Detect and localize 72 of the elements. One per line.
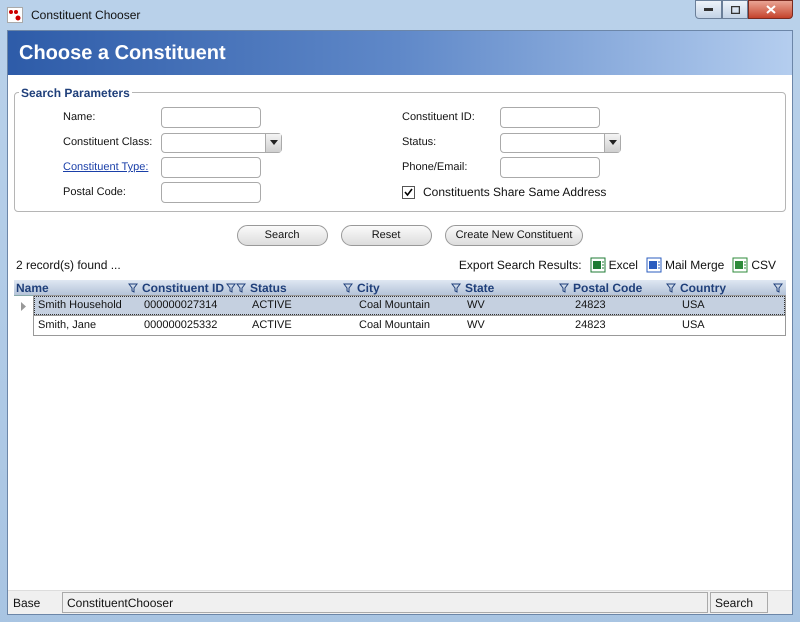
table-cell-text: 000000027314: [143, 298, 218, 314]
filter-icon[interactable]: [343, 282, 353, 292]
table-cell-text: ACTIVE: [251, 318, 293, 334]
export-label: Export Search Results:: [458, 257, 582, 274]
action-button[interactable]: Search: [236, 225, 328, 246]
status-panel: ConstituentChooser: [62, 592, 708, 613]
table-cell-text: ACTIVE: [251, 298, 293, 314]
column-header[interactable]: Name: [14, 280, 140, 295]
export-link[interactable]: Mail Merge: [646, 256, 724, 274]
record-count: 2 record(s) found ...: [16, 257, 121, 274]
export-link[interactable]: Excel: [590, 256, 638, 274]
table-cell-text: Smith Household: [37, 298, 123, 314]
close-icon: [766, 5, 776, 14]
table-cell-text: Smith, Jane: [37, 318, 98, 334]
input-field[interactable]: [161, 182, 261, 203]
field-label: Phone/Email:: [402, 160, 468, 176]
dropdown-arrow-icon: [270, 140, 278, 145]
column-header[interactable]: Constituent ID: [140, 280, 248, 295]
filter-icon[interactable]: [666, 282, 676, 292]
input-field[interactable]: [500, 107, 600, 128]
field-label: Constituent ID:: [402, 110, 476, 126]
word-icon: [646, 257, 662, 273]
export-link[interactable]: CSV: [732, 256, 776, 274]
app-icon: [7, 7, 23, 23]
filter-icon[interactable]: [559, 282, 569, 292]
csv-icon: [732, 257, 748, 273]
column-header[interactable]: State: [463, 280, 571, 295]
field-label: Name:: [63, 110, 96, 126]
close-button[interactable]: [748, 0, 793, 19]
checkbox[interactable]: [402, 186, 415, 198]
table-cell-text: Coal Mountain: [358, 318, 431, 334]
filter-icon[interactable]: [128, 282, 138, 292]
row-pointer-icon: [21, 302, 26, 310]
table-cell-text: USA: [681, 298, 706, 314]
minimize-icon: [704, 8, 713, 11]
field-label: Constituent Class:: [63, 135, 154, 150]
input-field[interactable]: [161, 157, 261, 178]
status-label: Base: [12, 594, 42, 612]
page-title: Choose a Constituent: [19, 41, 226, 66]
table-cell-text: Coal Mountain: [358, 298, 431, 314]
table-cell-text: 000000025332: [143, 318, 218, 334]
dropdown-field[interactable]: [161, 132, 282, 152]
minimize-button[interactable]: [695, 0, 722, 19]
input-field[interactable]: [161, 107, 261, 128]
table-cell-text: 24823: [574, 318, 607, 334]
column-header[interactable]: Country: [678, 280, 785, 295]
dropdown-arrow-icon: [608, 140, 616, 145]
maximize-button[interactable]: [722, 0, 748, 19]
table-row[interactable]: Smith Household 000000027314 ACTIVE Coal Mountain WV 24823 USA: [33, 295, 786, 316]
field-label: Postal Code:: [63, 185, 127, 200]
column-header[interactable]: Status: [248, 280, 355, 295]
action-button[interactable]: Reset: [340, 225, 432, 246]
checkmark-icon: [404, 188, 413, 196]
column-header[interactable]: City: [355, 280, 463, 295]
table-cell-text: 24823: [574, 298, 607, 314]
maximize-icon: [730, 6, 740, 14]
field-label: Status:: [402, 135, 438, 150]
excel-icon: [590, 257, 606, 273]
input-field[interactable]: [500, 157, 600, 178]
field-link[interactable]: Constituent Type:: [63, 159, 161, 176]
action-button[interactable]: Create New Constituent: [444, 225, 584, 246]
status-panel: Search: [710, 592, 768, 613]
dropdown-field[interactable]: [500, 132, 621, 152]
table-row[interactable]: Smith, Jane 000000025332 ACTIVE Coal Mountain WV 24823 USA: [33, 315, 786, 336]
table-cell-text: WV: [466, 298, 486, 314]
table-cell-text: WV: [466, 318, 486, 334]
column-header[interactable]: Postal Code: [571, 280, 678, 295]
filter-icon[interactable]: [451, 282, 461, 292]
window-title: Constituent Chooser: [31, 7, 140, 24]
checkbox-label: Constituents Share Same Address: [423, 184, 606, 201]
table-cell-text: USA: [681, 318, 706, 334]
filter-icon[interactable]: [773, 282, 783, 292]
